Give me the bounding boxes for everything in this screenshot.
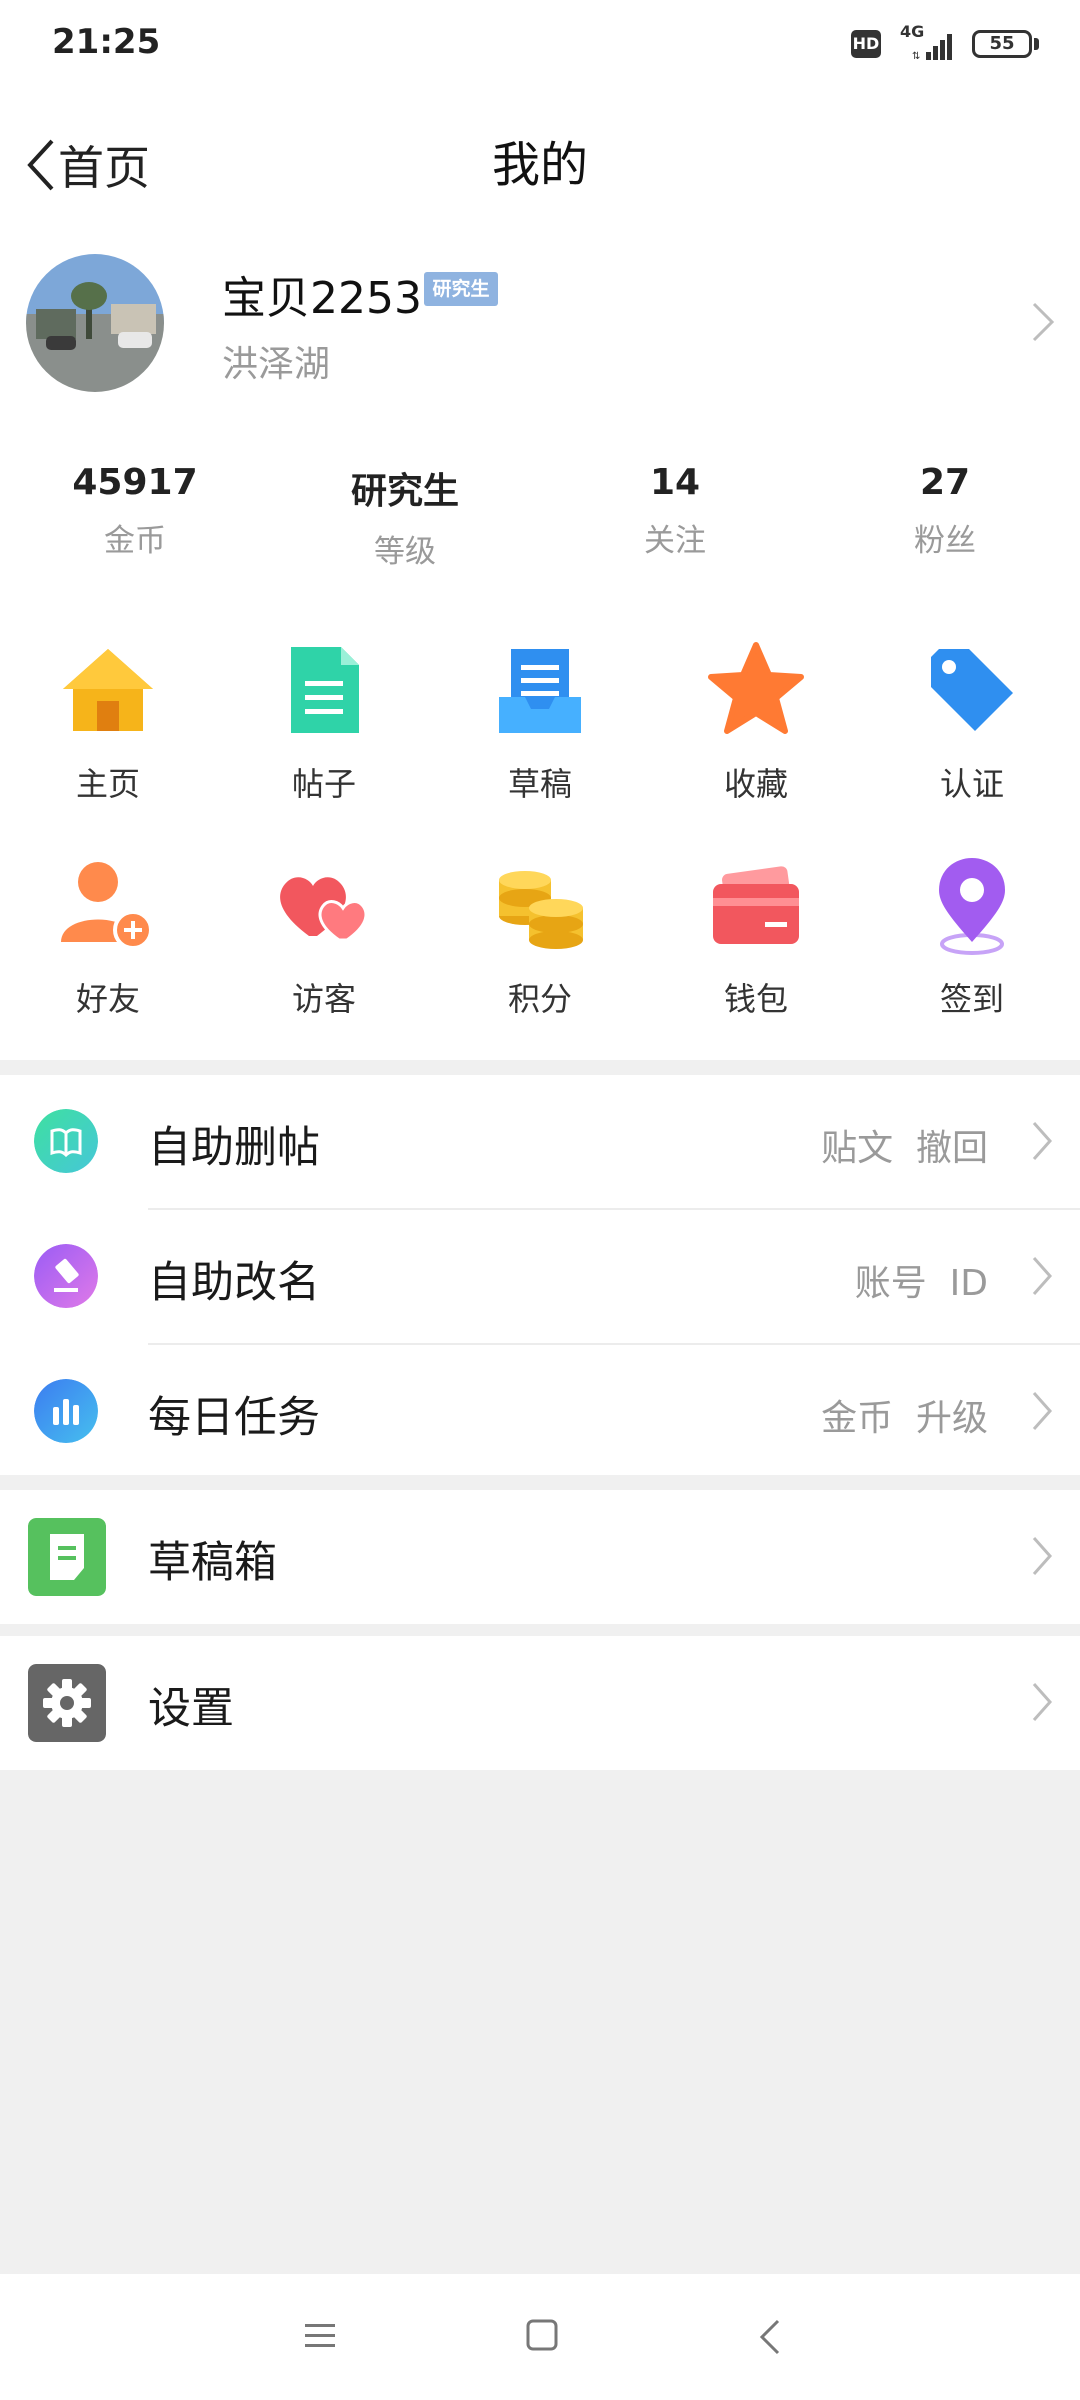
stat-label: 金币 (104, 523, 166, 559)
chevron-right-icon (1032, 1683, 1053, 1721)
stat-level[interactable]: 研究生 等级 (270, 450, 540, 570)
stat-value: 14 (649, 462, 701, 503)
grid-label: 帖子 (291, 765, 356, 803)
feature-grid: 主页 帖子 草稿 收藏 认证 好友 访客 积分 钱包 签到 (0, 595, 1080, 1060)
avatar[interactable] (26, 254, 164, 392)
status-time: 21:25 (52, 22, 161, 62)
function-list: 自助删帖 贴文 撤回 自助改名 账号 ID 每日任务 金币 升级 (0, 1075, 1080, 1475)
draft-box-icon (28, 1518, 106, 1596)
grid-label: 积分 (507, 980, 572, 1018)
stat-coins[interactable]: 45917 金币 (0, 450, 270, 570)
tag-icon (931, 649, 1013, 731)
chevron-right-icon (1032, 1257, 1053, 1295)
list-item-self-delete[interactable]: 自助删帖 贴文 撤回 (0, 1075, 1080, 1209)
list-hint: 贴文 撤回 (821, 1128, 988, 1169)
gear-icon (28, 1664, 106, 1742)
battery-tip (1034, 38, 1039, 50)
bar-chart-icon (34, 1379, 98, 1443)
page-title: 我的 (491, 137, 588, 193)
coins-icon (499, 871, 583, 949)
back-arrow-icon[interactable] (758, 2318, 782, 2356)
star-icon (708, 642, 804, 734)
grid-label: 草稿 (507, 765, 572, 803)
svg-text:⇅: ⇅ (912, 51, 920, 60)
chevron-right-icon (1032, 302, 1055, 342)
grid-item-favorites[interactable]: 收藏 (648, 605, 864, 805)
stat-label: 关注 (644, 523, 706, 559)
stat-following[interactable]: 14 关注 (540, 450, 810, 570)
book-icon (34, 1109, 98, 1173)
list-title: 自助改名 (148, 1258, 320, 1308)
grid-item-posts[interactable]: 帖子 (216, 605, 432, 805)
list-item-daily-task[interactable]: 每日任务 金币 升级 (0, 1345, 1080, 1479)
chevron-right-icon (1032, 1392, 1053, 1430)
hd-indicator: HD (851, 30, 881, 58)
user-location: 洪泽湖 (222, 344, 331, 385)
signal-icon: ⇅ (912, 34, 952, 60)
profile-card[interactable]: 宝贝2253 研究生 洪泽湖 45917 金币 研究生 等级 14 关注 27 … (0, 240, 1080, 595)
grid-label: 访客 (291, 980, 356, 1018)
stat-label: 等级 (374, 534, 436, 570)
status-bar: 21:25 HD 4G ⇅ 55 (0, 0, 1080, 90)
home-square-icon[interactable] (525, 2318, 559, 2352)
grid-item-home[interactable]: 主页 (0, 605, 216, 805)
draft-box-title: 草稿箱 (148, 1538, 277, 1588)
stat-fans[interactable]: 27 粉丝 (810, 450, 1080, 570)
grid-label: 认证 (939, 765, 1004, 803)
list-hint: 账号 ID (854, 1263, 988, 1304)
grid-label: 钱包 (723, 980, 788, 1018)
visitor-hearts-icon (280, 877, 368, 942)
battery-icon: 55 (972, 30, 1032, 58)
chevron-right-icon (1032, 1122, 1053, 1160)
eraser-icon (34, 1244, 98, 1308)
chevron-right-icon (1032, 1537, 1053, 1575)
document-icon (291, 647, 359, 733)
stat-value: 研究生 (350, 471, 459, 512)
nav-bar: 首页 我的 (0, 90, 1080, 240)
menu-icon[interactable] (303, 2318, 337, 2352)
avatar-image (26, 254, 164, 392)
location-pin-icon (939, 858, 1005, 955)
stat-value: 45917 (72, 462, 198, 503)
username: 宝贝2253 (222, 273, 422, 324)
grid-item-checkin[interactable]: 签到 (864, 820, 1080, 1020)
grid-label: 签到 (939, 980, 1004, 1018)
grid-item-friends[interactable]: 好友 (0, 820, 216, 1020)
stat-label: 粉丝 (914, 523, 976, 559)
settings-row[interactable]: 设置 (0, 1636, 1080, 1770)
list-title: 每日任务 (148, 1393, 320, 1443)
grid-item-visitors[interactable]: 访客 (216, 820, 432, 1020)
grid-label: 主页 (75, 765, 140, 803)
grid-item-wallet[interactable]: 钱包 (648, 820, 864, 1020)
home-icon (63, 649, 153, 731)
settings-title: 设置 (148, 1684, 234, 1734)
draft-tray-icon (499, 649, 581, 733)
grid-item-certify[interactable]: 认证 (864, 605, 1080, 805)
draft-box-row[interactable]: 草稿箱 (0, 1490, 1080, 1624)
grid-label: 收藏 (723, 765, 788, 803)
system-nav-bar (0, 2274, 1080, 2400)
grid-item-points[interactable]: 积分 (432, 820, 648, 1020)
wallet-card-icon (713, 866, 799, 944)
stat-value: 27 (919, 462, 971, 503)
level-badge: 研究生 (424, 272, 498, 306)
list-item-self-rename[interactable]: 自助改名 账号 ID (0, 1210, 1080, 1344)
stats-row: 45917 金币 研究生 等级 14 关注 27 粉丝 (0, 450, 1080, 570)
grid-item-drafts[interactable]: 草稿 (432, 605, 648, 805)
add-friend-icon (61, 862, 153, 950)
list-title: 自助删帖 (148, 1123, 320, 1173)
grid-label: 好友 (75, 980, 140, 1018)
list-hint: 金币 升级 (821, 1398, 988, 1439)
